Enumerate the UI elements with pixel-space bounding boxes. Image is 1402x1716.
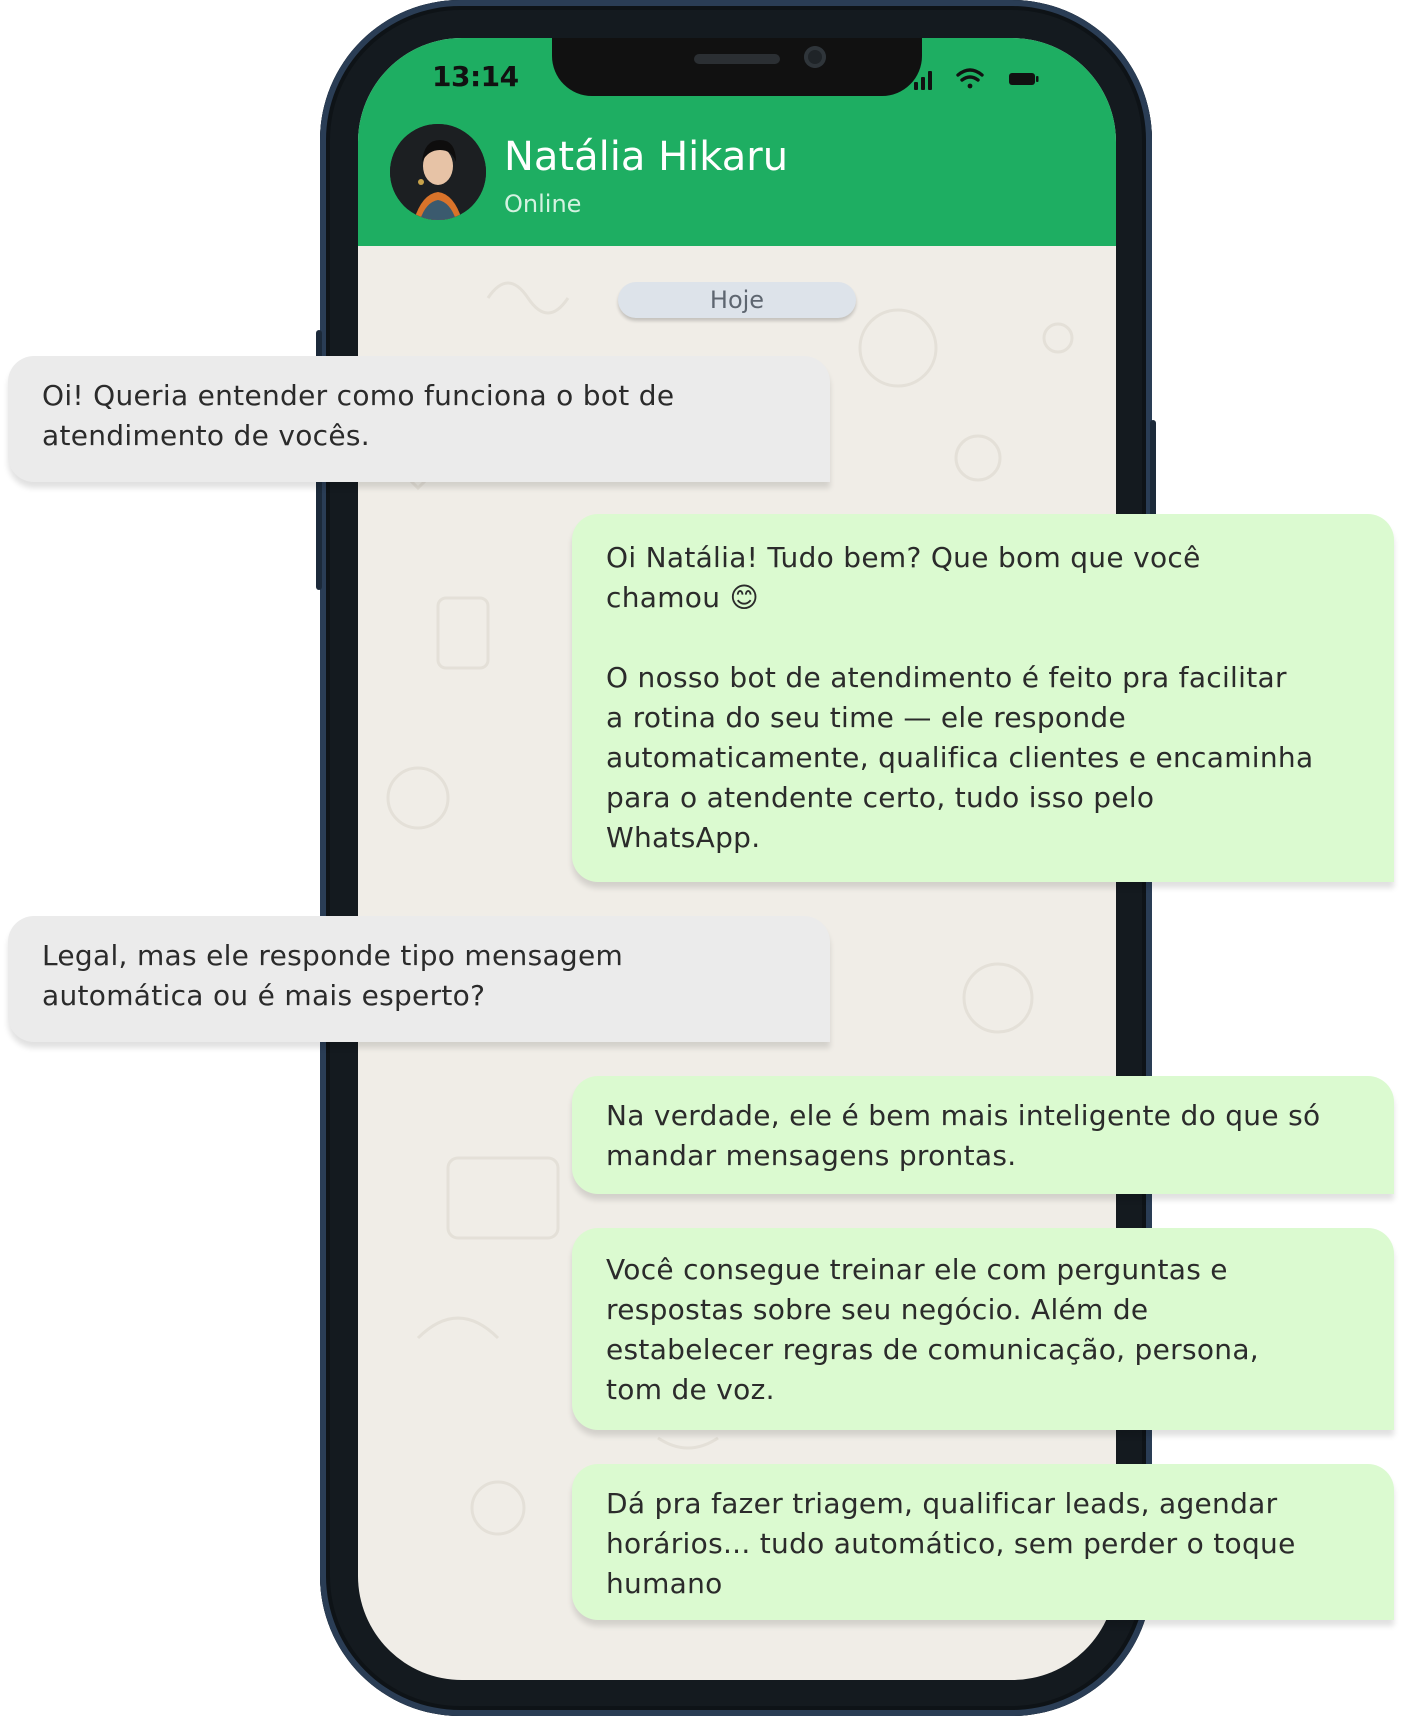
chat-header: 13:14 Natália Hikaru Online bbox=[358, 38, 1116, 246]
speaker-grille bbox=[694, 54, 780, 64]
message-outgoing: Oi Natália! Tudo bem? Que bom que você c… bbox=[572, 514, 1394, 882]
status-time: 13:14 bbox=[432, 60, 519, 93]
wifi-icon bbox=[956, 68, 984, 89]
signal-icon bbox=[914, 71, 932, 90]
contact-status: Online bbox=[504, 190, 582, 218]
notch bbox=[552, 38, 922, 96]
message-outgoing: Na verdade, ele é bem mais inteligente d… bbox=[572, 1076, 1394, 1194]
message-outgoing: Dá pra fazer triagem, qualificar leads, … bbox=[572, 1464, 1394, 1620]
side-button bbox=[316, 470, 322, 590]
message-incoming: Legal, mas ele responde tipo mensagem au… bbox=[8, 916, 830, 1042]
message-incoming: Oi! Queria entender como funciona o bot … bbox=[8, 356, 830, 482]
contact-name: Natália Hikaru bbox=[504, 134, 789, 180]
contact-avatar[interactable] bbox=[390, 124, 486, 220]
status-icons bbox=[914, 64, 1064, 92]
battery-icon bbox=[1009, 73, 1039, 85]
front-camera bbox=[804, 46, 826, 68]
message-outgoing: Você consegue treinar ele com perguntas … bbox=[572, 1228, 1394, 1430]
status-bar: 13:14 bbox=[358, 38, 1116, 118]
date-separator: Hoje bbox=[618, 282, 856, 318]
